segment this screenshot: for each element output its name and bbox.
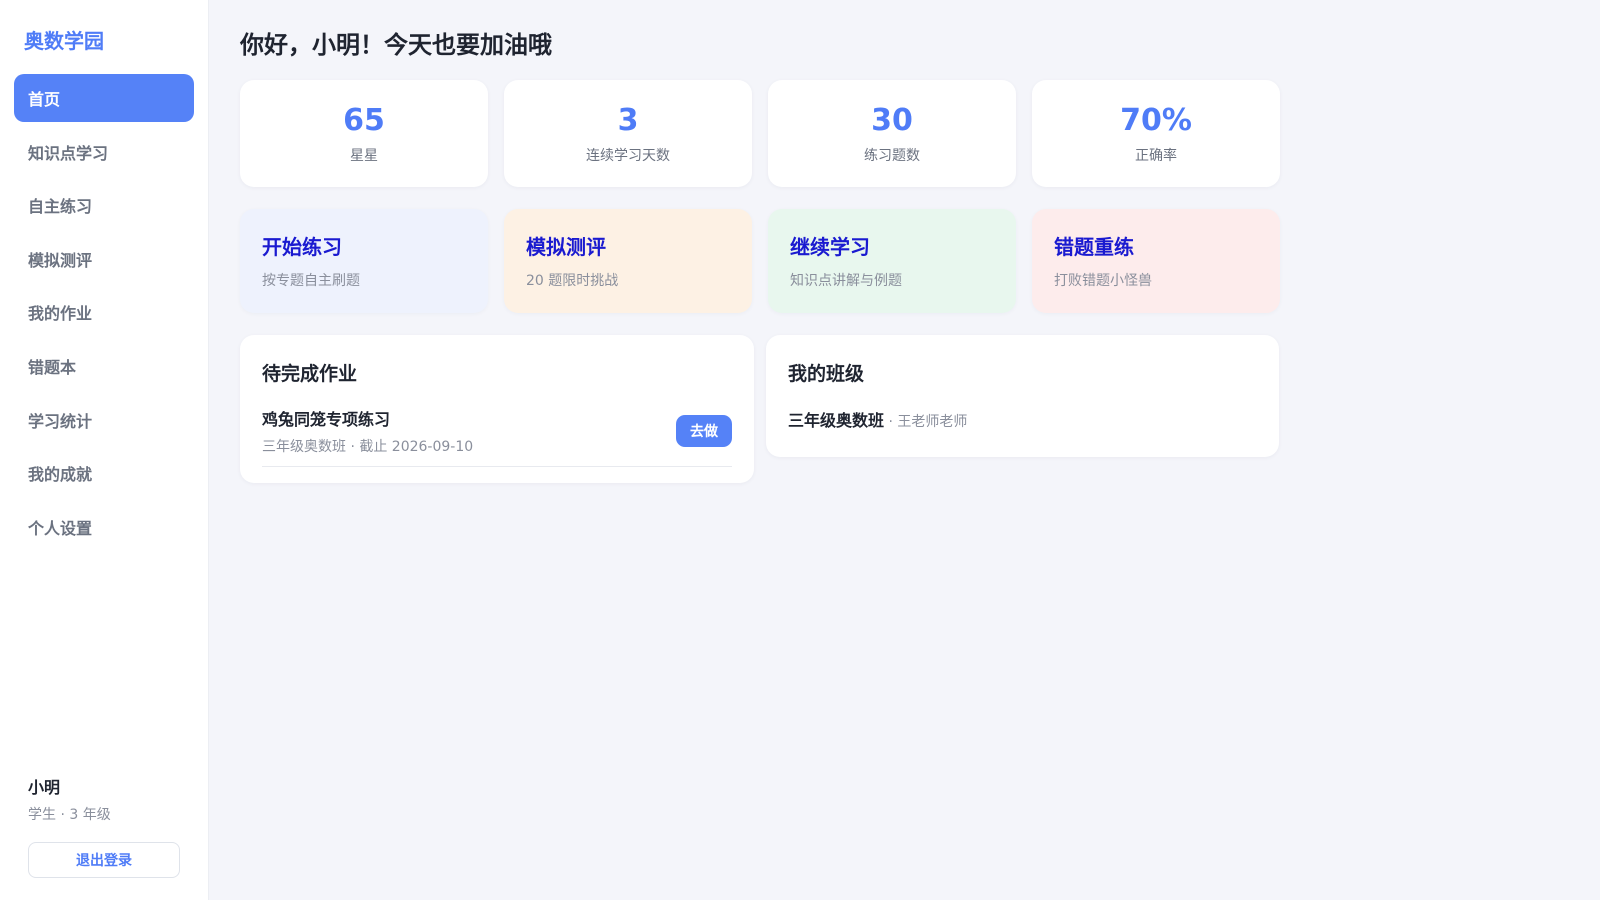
- sidebar-item-practice[interactable]: 自主练习: [14, 181, 194, 229]
- stat-card-questions: 30 练习题数: [768, 80, 1016, 187]
- action-title: 开始练习: [262, 235, 342, 259]
- class-name: 三年级奥数班: [788, 411, 885, 430]
- panels-row: 待完成作业 鸡兔同笼专项练习 三年级奥数班 · 截止 2026-09-10 去做…: [240, 335, 1600, 483]
- stat-value: 30: [871, 102, 913, 138]
- stat-label: 连续学习天数: [586, 147, 670, 164]
- stat-label: 练习题数: [864, 147, 920, 164]
- page-title: 你好，小明！今天也要加油哦: [240, 31, 552, 59]
- main-content: 你好，小明！今天也要加油哦 65 星星 3 连续学习天数 30 练习题数 70%…: [209, 0, 1600, 900]
- action-title: 继续学习: [790, 235, 870, 259]
- sidebar: 奥数学园 首页 知识点学习 自主练习 模拟测评 我的作业 错题本 学习统计 我的…: [0, 0, 209, 900]
- sidebar-item-mistakes[interactable]: 错题本: [14, 342, 194, 390]
- stat-card-streak: 3 连续学习天数: [504, 80, 752, 187]
- action-title: 模拟测评: [526, 235, 606, 259]
- action-subtitle: 20 题限时挑战: [526, 273, 619, 289]
- stat-card-accuracy: 70% 正确率: [1032, 80, 1280, 187]
- brand-logo[interactable]: 奥数学园: [0, 0, 208, 70]
- user-name: 小明: [28, 778, 61, 797]
- homework-item: 鸡兔同笼专项练习 三年级奥数班 · 截止 2026-09-10 去做: [262, 406, 732, 467]
- action-continue-learning[interactable]: 继续学习 知识点讲解与例题: [768, 209, 1016, 313]
- stats-row: 65 星星 3 连续学习天数 30 练习题数 70% 正确率: [240, 80, 1600, 187]
- action-title: 错题重练: [1054, 235, 1134, 259]
- sidebar-item-knowledge[interactable]: 知识点学习: [14, 128, 194, 176]
- user-profile: 小明 学生 · 3 年级 退出登录: [28, 774, 181, 878]
- homework-info: 鸡兔同笼专项练习 三年级奥数班 · 截止 2026-09-10: [262, 406, 473, 456]
- action-start-practice[interactable]: 开始练习 按专题自主刷题: [240, 209, 488, 313]
- app-root: 奥数学园 首页 知识点学习 自主练习 模拟测评 我的作业 错题本 学习统计 我的…: [0, 0, 1600, 900]
- action-subtitle: 知识点讲解与例题: [790, 273, 902, 289]
- sidebar-nav: 首页 知识点学习 自主练习 模拟测评 我的作业 错题本 学习统计 我的成就 个人…: [0, 70, 208, 556]
- stat-label: 星星: [350, 147, 378, 164]
- stat-value: 70%: [1120, 102, 1192, 138]
- sidebar-item-homework[interactable]: 我的作业: [14, 288, 194, 336]
- sidebar-item-home[interactable]: 首页: [14, 74, 194, 122]
- user-role: 学生 · 3 年级: [28, 807, 111, 823]
- sidebar-item-stats[interactable]: 学习统计: [14, 396, 194, 444]
- sidebar-item-mock-test[interactable]: 模拟测评: [14, 235, 194, 283]
- homework-panel: 待完成作业 鸡兔同笼专项练习 三年级奥数班 · 截止 2026-09-10 去做: [240, 335, 754, 483]
- homework-meta: 三年级奥数班 · 截止 2026-09-10: [262, 439, 474, 455]
- action-mock-test[interactable]: 模拟测评 20 题限时挑战: [504, 209, 752, 313]
- class-panel: 我的班级 三年级奥数班 · 王老师老师: [766, 335, 1279, 457]
- logout-button[interactable]: 退出登录: [28, 842, 180, 878]
- stat-card-stars: 65 星星: [240, 80, 488, 187]
- action-subtitle: 打败错题小怪兽: [1054, 273, 1152, 289]
- homework-name: 鸡兔同笼专项练习: [262, 410, 391, 429]
- sidebar-item-settings[interactable]: 个人设置: [14, 503, 194, 551]
- sidebar-item-achievements[interactable]: 我的成就: [14, 449, 194, 497]
- action-mistake-retry[interactable]: 错题重练 打败错题小怪兽: [1032, 209, 1280, 313]
- class-teacher: · 王老师老师: [884, 414, 968, 430]
- quick-actions: 开始练习 按专题自主刷题 模拟测评 20 题限时挑战 继续学习 知识点讲解与例题…: [240, 209, 1600, 313]
- action-subtitle: 按专题自主刷题: [262, 273, 360, 289]
- stat-value: 65: [343, 102, 385, 138]
- class-panel-title: 我的班级: [788, 363, 865, 385]
- stat-value: 3: [617, 102, 639, 138]
- homework-panel-title: 待完成作业: [262, 363, 358, 385]
- stat-label: 正确率: [1135, 147, 1177, 164]
- class-item[interactable]: 三年级奥数班 · 王老师老师: [788, 407, 1257, 431]
- do-homework-button[interactable]: 去做: [676, 415, 732, 447]
